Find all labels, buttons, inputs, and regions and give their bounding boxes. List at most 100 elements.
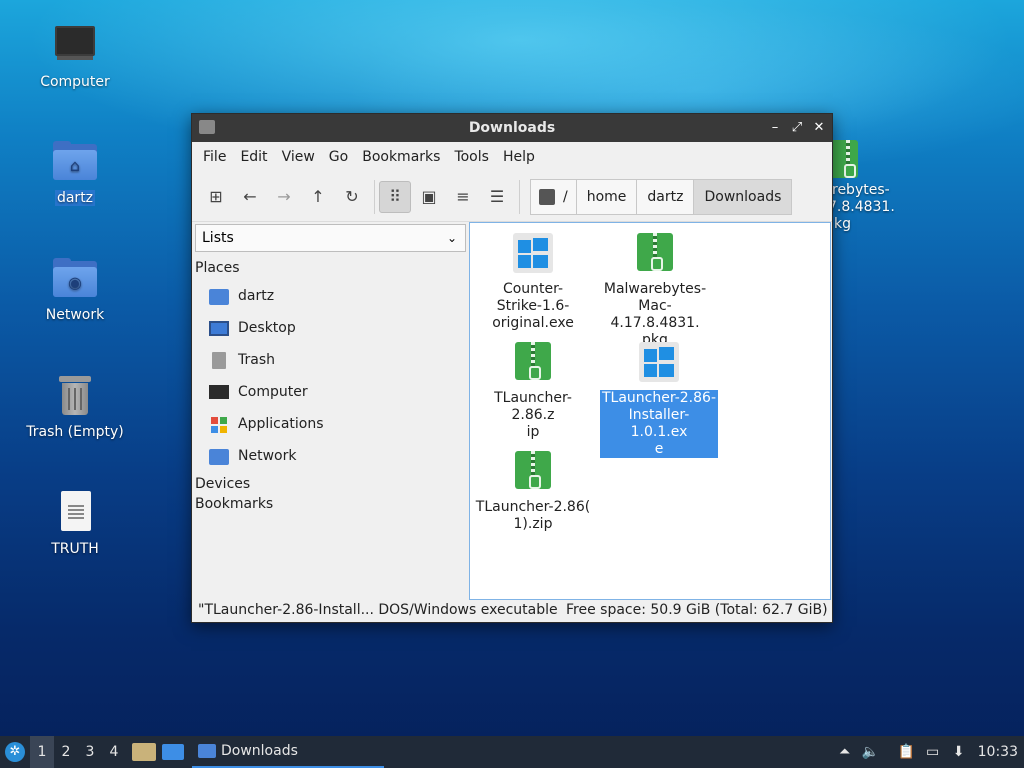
menu-view[interactable]: View xyxy=(275,149,322,165)
workspace-2-button[interactable]: 2 xyxy=(54,744,78,760)
file-name: TLauncher-2.86(1).zip xyxy=(475,499,591,532)
toolbar-separator xyxy=(519,179,520,214)
side-panel-mode-value: Lists xyxy=(202,230,234,246)
desktop-icon-trash[interactable]: Trash (Empty) xyxy=(15,372,135,440)
desktop-icon-truth[interactable]: TRUTH xyxy=(15,489,135,557)
sidebar-item-network[interactable]: Network xyxy=(193,440,467,472)
clock[interactable]: 10:33 xyxy=(972,744,1024,760)
windows-exe-icon xyxy=(635,338,683,386)
start-menu-button[interactable]: ✲ xyxy=(0,736,30,768)
devices-header[interactable]: Devices xyxy=(193,476,467,492)
workspace-4-button[interactable]: 4 xyxy=(102,744,126,760)
file-name: Counter- Strike-1.6- original.exe xyxy=(492,281,574,331)
home-folder-icon: ⌂ xyxy=(51,138,99,186)
menu-file[interactable]: File xyxy=(196,149,233,165)
desktop-icon-malwarebytes-partial[interactable]: rebytes- 7.8.4831. kg xyxy=(828,138,908,233)
zip-icon xyxy=(509,447,557,495)
status-selection-text: "TLauncher-2.86-Install... DOS/Windows e… xyxy=(198,602,558,618)
thumbnail-view-icon[interactable]: ▣ xyxy=(413,181,445,213)
status-free-space: Free space: 50.9 GiB (Total: 62.7 GiB) xyxy=(566,602,828,618)
close-icon[interactable]: ✕ xyxy=(810,119,828,137)
windows-exe-icon xyxy=(509,229,557,277)
file-manager-launcher-icon[interactable] xyxy=(132,743,156,761)
new-tab-icon[interactable]: ⊞ xyxy=(200,181,232,213)
desktop-icon-label: Trash (Empty) xyxy=(26,424,124,440)
desktop-icon-dartz[interactable]: ⌂ dartz xyxy=(15,138,135,206)
bookmarks-header[interactable]: Bookmarks xyxy=(193,496,467,512)
tray-expand-icon[interactable]: ⏶ xyxy=(832,736,858,768)
clipboard-icon[interactable]: 📋 xyxy=(894,736,920,768)
detailed-list-view-icon[interactable]: ☰ xyxy=(481,181,513,213)
sidebar-item-label: Desktop xyxy=(238,320,296,336)
update-notifier-icon[interactable]: ⬇ xyxy=(946,736,972,768)
menu-bar: File Edit View Go Bookmarks Tools Help xyxy=(192,142,832,172)
applications-icon xyxy=(209,415,229,433)
sidebar-item-computer[interactable]: Computer xyxy=(193,376,467,408)
menu-go[interactable]: Go xyxy=(322,149,355,165)
forward-arrow-icon[interactable]: → xyxy=(268,181,300,213)
trash-icon xyxy=(51,372,99,420)
menu-bookmarks[interactable]: Bookmarks xyxy=(355,149,447,165)
reload-icon[interactable]: ↻ xyxy=(336,181,368,213)
network-folder-icon xyxy=(209,447,229,465)
sidebar-item-label: Applications xyxy=(238,416,324,432)
window-titlebar[interactable]: Downloads – ⤢ ✕ xyxy=(192,114,832,142)
file-item-tlauncher-zip-copy[interactable]: TLauncher-2.86(1).zip xyxy=(474,447,592,533)
document-icon xyxy=(51,489,99,537)
zip-icon xyxy=(828,138,876,182)
desktop-icon-network[interactable]: ◉ Network xyxy=(15,255,135,323)
sidebar-item-label: Computer xyxy=(238,384,308,400)
desktop-icon-label: Network xyxy=(45,307,105,323)
taskbar-task-label: Downloads xyxy=(221,743,298,759)
compact-view-icon[interactable]: ≡ xyxy=(447,181,479,213)
partial-label-line: 7.8.4831. xyxy=(828,199,895,215)
path-root-label: / xyxy=(563,188,568,205)
folder-icon xyxy=(199,120,215,134)
app-menu-icon: ✲ xyxy=(5,742,25,762)
places-header: Places xyxy=(195,260,240,276)
sidebar-item-trash[interactable]: Trash xyxy=(193,344,467,376)
file-view[interactable]: Counter- Strike-1.6- original.exe Malwareb… xyxy=(469,222,831,600)
sidebar-item-dartz[interactable]: dartz xyxy=(193,280,467,312)
volume-icon[interactable]: 🔈 xyxy=(858,736,884,768)
taskbar: ✲ 1 2 3 4 Downloads ⏶ 🔈 📋 ▭ ⬇ 10:33 xyxy=(0,736,1024,768)
partial-label-line: rebytes- xyxy=(832,182,890,198)
up-arrow-icon[interactable]: ↑ xyxy=(302,181,334,213)
side-panel-mode-select[interactable]: Lists ⌄ xyxy=(195,224,466,252)
minimize-icon[interactable]: – xyxy=(766,119,784,137)
menu-tools[interactable]: Tools xyxy=(447,149,496,165)
network-icon[interactable]: ▭ xyxy=(920,736,946,768)
path-bar: / home dartz Downloads xyxy=(530,178,793,215)
taskbar-task-downloads[interactable]: Downloads xyxy=(192,736,384,768)
workspace-1-button[interactable]: 1 xyxy=(30,736,54,768)
partial-label-line: kg xyxy=(834,216,851,232)
desktop-icon-label: TRUTH xyxy=(51,541,99,557)
path-crumb-downloads[interactable]: Downloads xyxy=(693,178,793,215)
file-item-tlauncher-installer[interactable]: TLauncher-2.86- Installer-1.0.1.ex e xyxy=(600,338,718,458)
file-item-tlauncher-zip[interactable]: TLauncher-2.86.z ip xyxy=(474,338,592,441)
show-desktop-icon[interactable] xyxy=(162,744,184,760)
back-arrow-icon[interactable]: ← xyxy=(234,181,266,213)
file-item-counter-strike[interactable]: Counter- Strike-1.6- original.exe xyxy=(474,229,592,332)
workspace-3-button[interactable]: 3 xyxy=(78,744,102,760)
folder-icon xyxy=(198,744,216,758)
desktop-icon-computer[interactable]: Computer xyxy=(15,22,135,90)
menu-help[interactable]: Help xyxy=(496,149,542,165)
path-crumb-dartz[interactable]: dartz xyxy=(636,178,695,215)
file-name: TLauncher-2.86.z ip xyxy=(494,390,572,440)
sidebar-item-desktop[interactable]: Desktop xyxy=(193,312,467,344)
maximize-icon[interactable]: ⤢ xyxy=(788,119,806,137)
path-root-button[interactable]: / xyxy=(530,178,577,215)
trash-icon xyxy=(209,351,229,369)
sidebar-item-label: Trash xyxy=(238,352,275,368)
file-item-malwarebytes[interactable]: Malwarebytes- Mac-4.17.8.4831. pkg xyxy=(596,229,714,349)
sidebar-item-label: dartz xyxy=(238,288,275,304)
path-crumb-home[interactable]: home xyxy=(575,178,638,215)
computer-icon xyxy=(209,383,229,401)
toolbar-separator xyxy=(374,179,375,214)
menu-edit[interactable]: Edit xyxy=(233,149,274,165)
window-title: Downloads xyxy=(468,120,556,136)
icon-view-icon[interactable]: ⠿ xyxy=(379,180,411,213)
sidebar-item-applications[interactable]: Applications xyxy=(193,408,467,440)
system-tray: ⏶ 🔈 📋 ▭ ⬇ 10:33 xyxy=(832,736,1024,768)
